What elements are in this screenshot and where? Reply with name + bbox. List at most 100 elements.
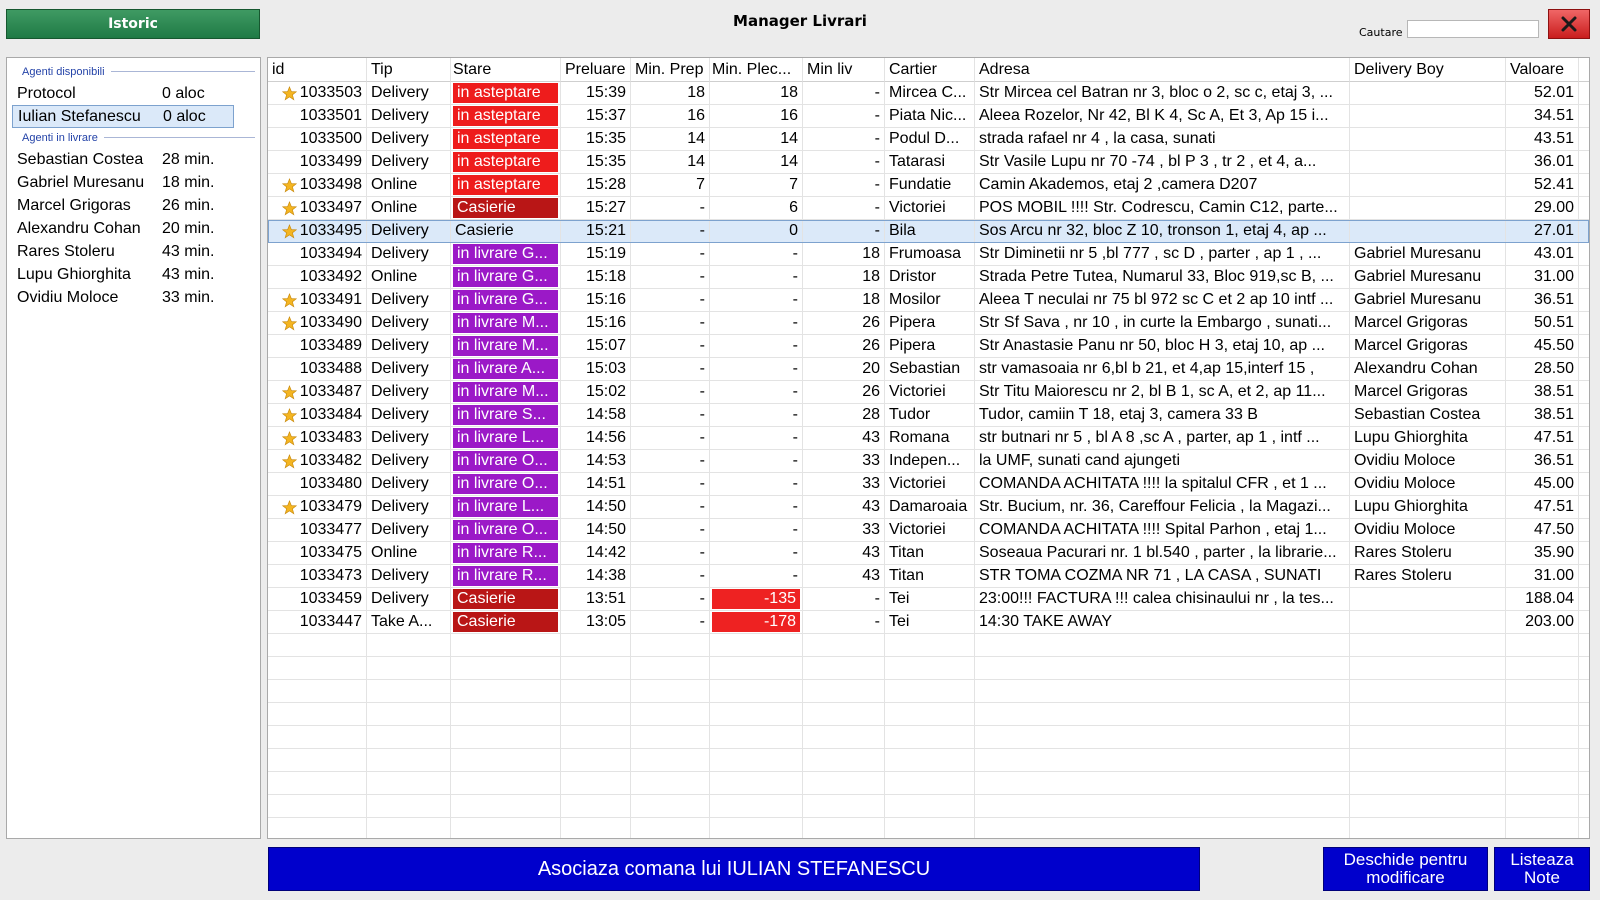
agent-item[interactable]: Ovidiu Moloce 33 min. (12, 286, 255, 309)
min-prep: 16 (631, 105, 710, 128)
address: STR TOMA COZMA NR 71 , LA CASA , SUNATI (975, 565, 1350, 588)
empty-row (268, 634, 1589, 657)
table-row[interactable]: 1033477 Delivery in livrare O... 14:50- -33 V… (268, 519, 1589, 542)
min-prep: - (631, 450, 710, 473)
column-header[interactable]: Min liv (803, 58, 885, 82)
agent-item[interactable]: Gabriel Muresanu 18 min. (12, 171, 255, 194)
min-departure: - (792, 475, 798, 492)
agent-item[interactable]: Protocol 0 aloc (12, 82, 255, 105)
agent-item[interactable]: Iulian Stefanescu 0 aloc (12, 105, 234, 128)
assign-order-button[interactable]: Asociaza comana lui IULIAN STEFANESCU (268, 847, 1200, 891)
column-header[interactable]: Preluare (561, 58, 631, 82)
table-row[interactable]: 1033495 Delivery Casierie 15:21-0- Bila Sos A… (268, 220, 1589, 243)
agent-item[interactable]: Sebastian Costea 28 min. (12, 148, 255, 171)
table-row[interactable]: 1033484 Delivery in livrare S... 14:58- -28 T… (268, 404, 1589, 427)
order-id-cell: 1033489 (268, 335, 367, 358)
address: Str. Bucium, nr. 36, Careffour Felicia ,… (975, 496, 1350, 519)
delivery-boy: Ovidiu Moloce (1350, 450, 1506, 473)
table-row[interactable]: 1033447 Take A... Casierie 13:05- -178- Tei 14… (268, 611, 1589, 634)
min-departure-cell: 14 (710, 128, 803, 151)
list-notes-button[interactable]: Listeaza Note (1494, 847, 1590, 891)
column-header[interactable]: id (268, 58, 367, 82)
table-row[interactable]: 1033488 Delivery in livrare A... 15:03- -20 S… (268, 358, 1589, 381)
order-id: 1033483 (299, 429, 362, 446)
agent-item[interactable]: Alexandru Cohan 20 min. (12, 217, 255, 240)
status-badge: Casierie (453, 612, 558, 632)
table-row[interactable]: 1033497 Online Casierie 15:27-6- Victoriei PO… (268, 197, 1589, 220)
table-row[interactable]: 1033480 Delivery in livrare O... 14:51- -33 V… (268, 473, 1589, 496)
status-badge: in livrare G... (453, 267, 558, 287)
status-badge: in livrare O... (453, 520, 558, 540)
table-row[interactable]: 1033482 Delivery in livrare O... 14:53- -33 I… (268, 450, 1589, 473)
close-button[interactable] (1548, 9, 1590, 39)
pickup-time: 14:53 (561, 450, 631, 473)
table-row[interactable]: 1033459 Delivery Casierie 13:51- -135- Tei 23:… (268, 588, 1589, 611)
table-row[interactable]: 1033501 Delivery in asteptare 15:37 16 16- Pia… (268, 105, 1589, 128)
table-row[interactable]: 1033483 Delivery in livrare L... 14:56- -43 R… (268, 427, 1589, 450)
agent-item[interactable]: Marcel Grigoras 26 min. (12, 194, 255, 217)
table-row[interactable]: 1033489 Delivery in livrare M... 15:07- -26 P… (268, 335, 1589, 358)
order-id: 1033499 (299, 153, 362, 170)
order-status-cell: in livrare L... (451, 427, 561, 450)
district: Victoriei (885, 473, 975, 496)
pickup-time: 15:21 (561, 220, 631, 243)
min-departure: - (792, 498, 798, 515)
column-header[interactable]: Valoare (1506, 58, 1579, 82)
column-header[interactable]: Tip (367, 58, 451, 82)
column-header[interactable]: Cartier (885, 58, 975, 82)
open-for-edit-button[interactable]: Deschide pentru modificare (1323, 847, 1488, 891)
table-row[interactable]: 1033487 Delivery in livrare M... 15:02- -26 V… (268, 381, 1589, 404)
agent-name: Lupu Ghiorghita (17, 265, 131, 283)
address: str vamasoaia nr 6,bl b 21, et 4,ap 15,i… (975, 358, 1350, 381)
column-header[interactable]: Stare (451, 58, 561, 82)
status-badge: in livrare L... (453, 497, 558, 517)
table-row[interactable]: 1033503 Delivery in asteptare 15:39 18 18- Mir… (268, 82, 1589, 105)
column-header[interactable]: Min. Prep (631, 58, 710, 82)
delivery-boy: Marcel Grigoras (1350, 335, 1506, 358)
table-row[interactable]: 1033494 Delivery in livrare G... 15:19- -18 F… (268, 243, 1589, 266)
agent-status: 28 min. (162, 150, 215, 168)
pickup-time: 15:07 (561, 335, 631, 358)
pickup-time: 14:42 (561, 542, 631, 565)
min-delivery: 43 (803, 496, 885, 519)
table-row[interactable]: 1033498 Online in asteptare 15:28 7 7- Fundati… (268, 174, 1589, 197)
table-row[interactable]: 1033479 Delivery in livrare L... 14:50- -43 D… (268, 496, 1589, 519)
table-row[interactable]: 1033492 Online in livrare G... 15:18- -18 Dri… (268, 266, 1589, 289)
pickup-time: 15:28 (561, 174, 631, 197)
order-type: Delivery (367, 151, 451, 174)
search-input[interactable] (1407, 20, 1539, 38)
min-departure: - (792, 521, 798, 538)
order-id-cell: 1033479 (268, 496, 367, 519)
min-departure: -135 (712, 589, 800, 609)
order-value: 28.50 (1506, 358, 1579, 381)
district: Fundatie (885, 174, 975, 197)
min-delivery: 18 (803, 289, 885, 312)
order-status-cell: Casierie (451, 611, 561, 634)
min-departure: 14 (780, 130, 798, 147)
table-row[interactable]: 1033473 Delivery in livrare R... 14:38- -43 T… (268, 565, 1589, 588)
column-header[interactable]: Adresa (975, 58, 1350, 82)
order-status-cell: in asteptare (451, 151, 561, 174)
table-row[interactable]: 1033500 Delivery in asteptare 15:35 14 14- Pod… (268, 128, 1589, 151)
order-type: Online (367, 174, 451, 197)
order-value: 52.41 (1506, 174, 1579, 197)
district: Titan (885, 542, 975, 565)
table-row[interactable]: 1033499 Delivery in asteptare 15:35 14 14- Tat… (268, 151, 1589, 174)
order-status-cell: in livrare G... (451, 243, 561, 266)
address: COMANDA ACHITATA !!!! la spitalul CFR , … (975, 473, 1350, 496)
order-id: 1033489 (299, 337, 362, 354)
order-id: 1033488 (299, 360, 362, 377)
agent-item[interactable]: Rares Stoleru 43 min. (12, 240, 255, 263)
empty-row (268, 703, 1589, 726)
table-row[interactable]: 1033490 Delivery in livrare M... 15:16- -26 P… (268, 312, 1589, 335)
table-row[interactable]: 1033491 Delivery in livrare G... 15:16- -18 M… (268, 289, 1589, 312)
order-status-cell: in asteptare (451, 128, 561, 151)
status-badge: in asteptare (453, 106, 558, 126)
table-row[interactable]: 1033475 Online in livrare R... 14:42- -43 Tit… (268, 542, 1589, 565)
column-header[interactable]: Min. Plec... (710, 58, 803, 82)
agent-status: 18 min. (162, 173, 215, 191)
order-value: 35.90 (1506, 542, 1579, 565)
column-header[interactable]: Delivery Boy (1350, 58, 1506, 82)
order-status-cell: in livrare M... (451, 335, 561, 358)
agent-item[interactable]: Lupu Ghiorghita 43 min. (12, 263, 255, 286)
